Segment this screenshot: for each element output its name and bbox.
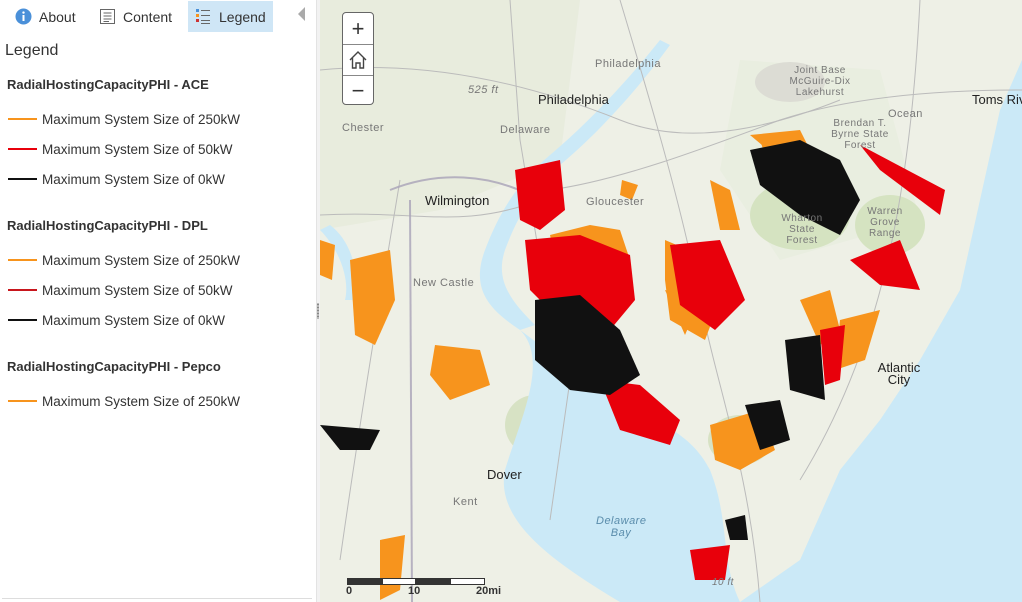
legend-item: Maximum System Size of 0kW (8, 312, 225, 328)
map-label-region: Chester (342, 122, 385, 134)
map-label-region: Gloucester (586, 196, 645, 208)
scale-bar (347, 578, 485, 585)
tab-content-label: Content (123, 8, 173, 25)
line-swatch (8, 319, 37, 321)
tab-legend[interactable]: Legend (188, 1, 273, 32)
map-label-region: Brendan T. Byrne State Forest (831, 118, 889, 151)
legend-item-label: Maximum System Size of 50kW (42, 282, 233, 298)
zoom-in-button[interactable]: + (343, 13, 373, 44)
home-icon (349, 51, 367, 69)
scale-label: 0 (346, 585, 353, 597)
scale-label: 10 (408, 585, 421, 597)
scale-label: 20mi (476, 585, 502, 597)
legend-icon (195, 8, 212, 25)
legend-item-label: Maximum System Size of 250kW (42, 111, 241, 127)
zoom-control: + − (342, 12, 374, 105)
line-swatch (8, 259, 37, 261)
line-swatch (8, 118, 37, 120)
basemap (320, 0, 1022, 602)
map-label-region: New Castle (413, 277, 475, 289)
line-swatch (8, 178, 37, 180)
legend-item: Maximum System Size of 50kW (8, 141, 233, 157)
map-label-city: Dover (487, 467, 522, 482)
map-label-region: Joint Base McGuire-Dix Lakehurst (789, 65, 851, 98)
tab-about-label: About (39, 8, 76, 25)
map-label-region: Wharton State Forest (781, 213, 823, 246)
layer-title-dpl: RadialHostingCapacityPHI - DPL (7, 218, 208, 233)
legend-item: Maximum System Size of 0kW (8, 171, 225, 187)
map-label-region: Kent (453, 496, 478, 508)
line-swatch (8, 400, 37, 402)
map-label-city: Philadelphia (538, 92, 609, 107)
map-label-region: Delaware (500, 124, 551, 136)
legend-item-label: Maximum System Size of 0kW (42, 312, 226, 328)
line-swatch (8, 148, 37, 150)
splitter-grip-icon[interactable] (317, 303, 319, 319)
legend-heading: Legend (5, 42, 59, 59)
legend-item-label: Maximum System Size of 250kW (42, 252, 241, 268)
home-button[interactable] (343, 44, 373, 75)
layer-title-ace: RadialHostingCapacityPHI - ACE (7, 77, 209, 92)
sidebar-panel: About Content Legend Legend RadialHostin… (0, 0, 316, 602)
map-label-water: Delaware Bay (596, 515, 647, 539)
info-icon (15, 8, 32, 25)
tab-bar: About Content Legend (0, 0, 316, 34)
map-label-city: Atlantic City (877, 360, 921, 387)
legend-item: Maximum System Size of 250kW (8, 252, 240, 268)
legend-item-label: Maximum System Size of 250kW (42, 393, 241, 409)
line-swatch (8, 289, 37, 291)
zoom-out-button[interactable]: − (343, 75, 373, 104)
legend-item: Maximum System Size of 250kW (8, 393, 240, 409)
map-label-elevation: 525 ft (468, 84, 499, 96)
tab-legend-label: Legend (219, 8, 266, 25)
tab-about[interactable]: About (15, 1, 76, 32)
collapse-panel-button[interactable] (298, 7, 305, 21)
sidebar-divider (2, 598, 312, 599)
map-label-region: Ocean (888, 108, 923, 120)
tab-content[interactable]: Content (99, 1, 172, 32)
map-label-elevation: 10 ft (712, 577, 734, 588)
layer-title-pepco: RadialHostingCapacityPHI - Pepco (7, 359, 221, 374)
legend-item-label: Maximum System Size of 0kW (42, 171, 226, 187)
map-label-city: Wilmington (425, 193, 490, 208)
legend-item: Maximum System Size of 50kW (8, 282, 233, 298)
legend-item: Maximum System Size of 250kW (8, 111, 240, 127)
map-label-city: Toms River (972, 92, 1022, 107)
map-view[interactable]: Philadelphia Wilmington Dover Atlantic C… (320, 0, 1022, 602)
legend-item-label: Maximum System Size of 50kW (42, 141, 233, 157)
map-label-region: Warren Grove Range (867, 206, 903, 239)
content-list-icon (99, 8, 116, 25)
map-label-region: Philadelphia (595, 58, 661, 70)
